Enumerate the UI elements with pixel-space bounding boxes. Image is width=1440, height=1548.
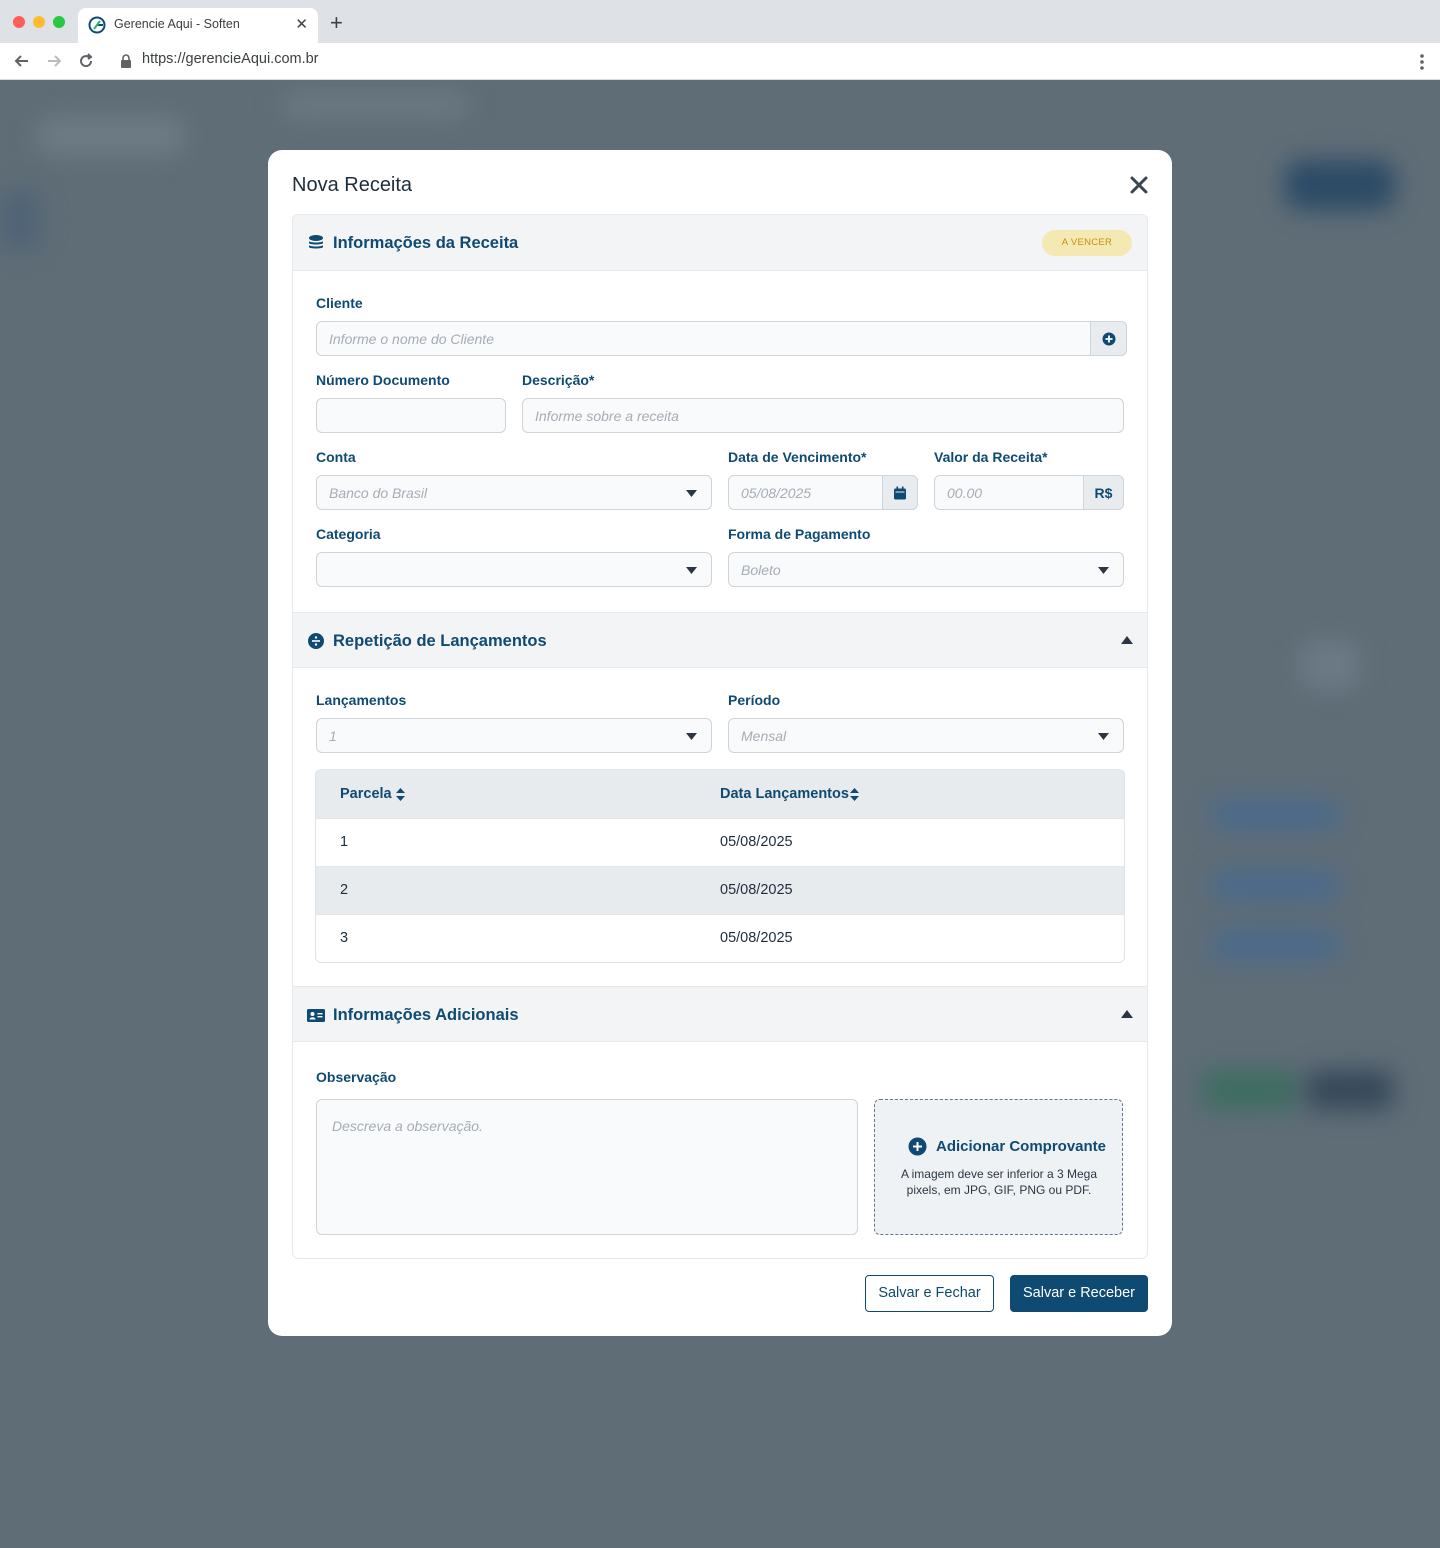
periodo-label: Período [728,692,781,708]
cliente-placeholder: Informe o nome do Cliente [329,331,494,347]
column-header-parcela[interactable]: Parcela [340,786,405,802]
divide-circle-icon [308,633,324,649]
browser-tabbar: Gerencie Aqui - Soften ✕ + [0,0,1440,43]
forma-pagamento-value: Boleto [741,562,781,578]
new-tab-icon[interactable]: + [330,12,343,34]
coins-icon [309,235,323,249]
conta-select[interactable]: Banco do Brasil [316,475,712,510]
descricao-placeholder: Informe sobre a receita [535,408,679,424]
table-row: 3 05/08/2025 [316,914,1124,962]
section-title-extra: Informações Adicionais [333,1006,519,1024]
chevron-down-icon [686,733,697,740]
chevron-up-icon[interactable] [1121,1010,1133,1018]
cliente-label: Cliente [316,295,363,311]
id-card-icon [307,1009,325,1022]
cell-parcela: 2 [340,882,349,898]
lancamentos-value: 1 [329,728,337,744]
form-panel: Informações da Receita A VENCER Cliente … [292,214,1148,1259]
valor-placeholder: 00.00 [947,485,983,501]
forward-icon[interactable] [44,51,64,71]
cell-data: 05/08/2025 [720,834,793,850]
new-revenue-modal: Nova Receita Informações da Receita A VE… [268,150,1172,1336]
column-header-label: Parcela [340,786,392,802]
window-close-button[interactable] [13,16,25,28]
chevron-down-icon [1098,567,1109,574]
forma-pagamento-label: Forma de Pagamento [728,526,871,542]
column-header-label: Data Lançamentos [720,786,849,802]
plus-circle-icon [908,1137,927,1156]
currency-symbol: R$ [1094,485,1113,501]
valor-label: Valor da Receita* [934,449,1048,465]
sort-icon[interactable] [396,788,405,801]
data-vencimento-label: Data de Vencimento* [728,449,867,465]
plus-circle-icon [1102,332,1115,345]
browser-menu-icon[interactable] [1418,52,1426,72]
app-logo-icon [88,16,106,34]
window-maximize-button[interactable] [53,16,65,28]
status-badge: A VENCER [1042,230,1132,256]
column-header-data[interactable]: Data Lançamentos [720,786,859,802]
calendar-button[interactable] [882,475,918,510]
cell-data: 05/08/2025 [720,882,793,898]
calendar-icon [894,486,906,499]
table-header: Parcela Data Lançamentos [316,770,1124,818]
back-icon[interactable] [12,51,32,71]
chevron-down-icon [686,490,697,497]
conta-label: Conta [316,449,356,465]
section-title-info: Informações da Receita [333,234,519,252]
installments-table: Parcela Data Lançamentos 1 05/08/2025 2 … [315,769,1125,963]
reload-icon[interactable] [76,51,96,71]
descricao-input[interactable]: Informe sobre a receita [522,398,1124,433]
data-vencimento-input[interactable]: 05/08/2025 [728,475,918,510]
periodo-value: Mensal [741,728,787,744]
chevron-down-icon [1098,733,1109,740]
save-and-receive-button[interactable]: Salvar e Receber [1010,1275,1148,1312]
cell-parcela: 3 [340,930,349,946]
url-text[interactable]: https://gerencieAqui.com.br [142,51,319,67]
browser-tab[interactable]: Gerencie Aqui - Soften ✕ [78,8,318,43]
tab-title: Gerencie Aqui - Soften [114,17,240,31]
section-title-repeat: Repetição de Lançamentos [333,632,547,650]
upload-title: Adicionar Comprovante [936,1138,1107,1155]
table-row: 2 05/08/2025 [316,866,1124,914]
tab-close-icon[interactable]: ✕ [295,16,308,34]
categoria-label: Categoria [316,526,381,542]
address-bar: https://gerencieAqui.com.br [0,43,1440,80]
cell-data: 05/08/2025 [720,930,793,946]
add-client-button[interactable] [1090,321,1127,356]
descricao-label: Descrição* [522,372,595,388]
section-header-repeat[interactable]: Repetição de Lançamentos [293,612,1147,668]
observacao-label: Observação [316,1069,397,1085]
close-icon[interactable] [1128,174,1150,196]
numero-documento-input[interactable] [316,398,506,433]
forma-pagamento-select[interactable]: Boleto [728,552,1124,587]
chevron-up-icon[interactable] [1121,636,1133,644]
section-header-extra[interactable]: Informações Adicionais [293,986,1147,1042]
save-and-close-button[interactable]: Salvar e Fechar [865,1275,994,1312]
window-minimize-button[interactable] [33,16,45,28]
conta-value: Banco do Brasil [329,485,428,501]
table-row: 1 05/08/2025 [316,818,1124,866]
cell-parcela: 1 [340,834,349,850]
upload-dropzone[interactable]: Adicionar Comprovante A imagem deve ser … [874,1099,1123,1235]
valor-input[interactable]: 00.00 R$ [934,475,1124,510]
cliente-input[interactable]: Informe o nome do Cliente [316,321,1127,356]
currency-addon: R$ [1083,475,1124,510]
categoria-select[interactable] [316,552,712,587]
periodo-select[interactable]: Mensal [728,718,1124,753]
data-vencimento-value: 05/08/2025 [741,485,812,501]
modal-title: Nova Receita [292,174,413,196]
observacao-textarea[interactable]: Descreva a observação. [316,1099,858,1235]
upload-hint: A imagem deve ser inferior a 3 Mega pixe… [900,1167,1098,1197]
chevron-down-icon [686,567,697,574]
sort-icon[interactable] [850,788,859,801]
lancamentos-select[interactable]: 1 [316,718,712,753]
section-header-info: Informações da Receita A VENCER [293,215,1147,271]
lancamentos-label: Lançamentos [316,692,407,708]
lock-icon [121,54,131,68]
observacao-placeholder: Descreva a observação. [332,1118,483,1134]
numero-documento-label: Número Documento [316,372,450,388]
